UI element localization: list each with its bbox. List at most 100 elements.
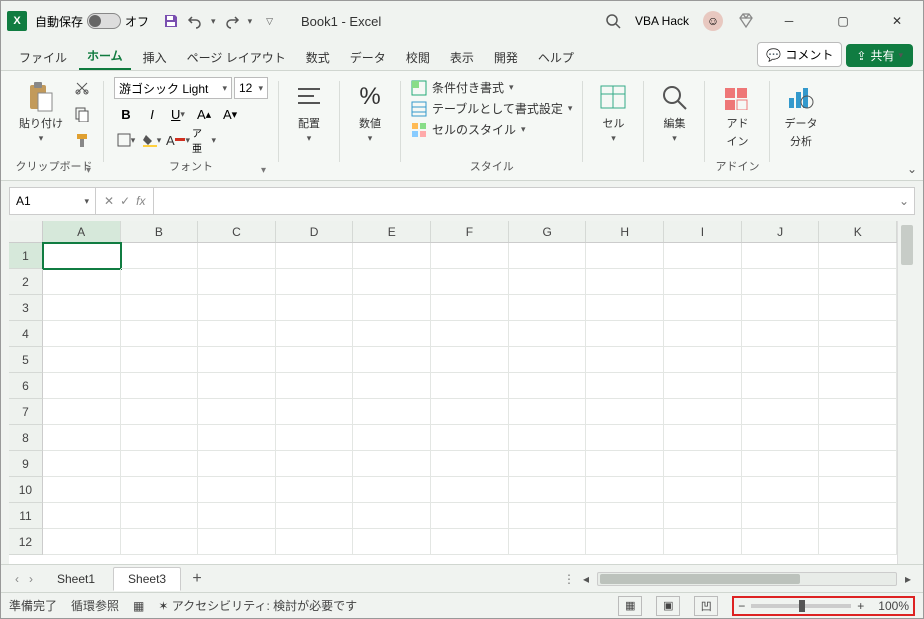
cell[interactable] — [121, 451, 199, 477]
row-header[interactable]: 4 — [9, 321, 43, 347]
cell[interactable] — [353, 321, 431, 347]
cell[interactable] — [353, 243, 431, 269]
row-header[interactable]: 3 — [9, 295, 43, 321]
col-header[interactable]: D — [276, 221, 354, 242]
decrease-font-button[interactable]: A▾ — [218, 103, 242, 125]
cell[interactable] — [586, 451, 664, 477]
cell[interactable] — [586, 477, 664, 503]
col-header[interactable]: I — [664, 221, 742, 242]
cell[interactable] — [819, 347, 897, 373]
sheet-tab-sheet3[interactable]: Sheet3 — [113, 567, 181, 591]
font-name-combo[interactable]: 游ゴシック Light▾ — [114, 77, 232, 99]
fill-color-button[interactable]: ▾ — [140, 129, 164, 151]
cancel-formula-icon[interactable]: ✕ — [104, 194, 114, 208]
tab-developer[interactable]: 開発 — [486, 45, 526, 70]
undo-icon[interactable] — [187, 13, 203, 29]
cell[interactable] — [664, 321, 742, 347]
data-analysis-button[interactable]: データ分析 — [780, 77, 821, 153]
cell[interactable] — [509, 425, 587, 451]
account-avatar-icon[interactable]: ☺ — [703, 11, 723, 31]
cell[interactable] — [431, 295, 509, 321]
row-header[interactable]: 10 — [9, 477, 43, 503]
col-header[interactable]: E — [353, 221, 431, 242]
cell[interactable] — [664, 503, 742, 529]
cell[interactable] — [121, 347, 199, 373]
cell[interactable] — [121, 425, 199, 451]
maximize-button[interactable]: ▢ — [823, 6, 863, 36]
cell[interactable] — [431, 529, 509, 555]
row-header[interactable]: 12 — [9, 529, 43, 555]
toggle-off-icon[interactable] — [87, 13, 121, 29]
borders-button[interactable]: ▾ — [114, 129, 138, 151]
cell[interactable] — [509, 243, 587, 269]
row-header[interactable]: 1 — [9, 243, 43, 269]
number-format-button[interactable]: % 数値▾ — [350, 77, 390, 148]
comments-button[interactable]: 💬 コメント — [757, 42, 842, 67]
alignment-button[interactable]: 配置▾ — [289, 77, 329, 148]
cell[interactable] — [742, 295, 820, 321]
tab-formulas[interactable]: 数式 — [298, 45, 338, 70]
cell[interactable] — [509, 477, 587, 503]
paste-button[interactable]: 貼り付け ▾ — [15, 77, 67, 148]
copy-button[interactable] — [71, 103, 93, 125]
cell[interactable] — [353, 503, 431, 529]
cell[interactable] — [586, 529, 664, 555]
cell[interactable] — [586, 373, 664, 399]
cell[interactable] — [276, 373, 354, 399]
cell[interactable] — [276, 451, 354, 477]
cell[interactable] — [198, 399, 276, 425]
cell[interactable] — [819, 529, 897, 555]
minimize-button[interactable]: ─ — [769, 6, 809, 36]
cell[interactable] — [121, 399, 199, 425]
cell[interactable] — [664, 295, 742, 321]
font-size-combo[interactable]: 12▾ — [234, 77, 268, 99]
row-header[interactable]: 8 — [9, 425, 43, 451]
cells-button[interactable]: セル▾ — [593, 77, 633, 148]
account-name[interactable]: VBA Hack — [635, 14, 689, 28]
share-button[interactable]: ⇪ 共有 ▾ — [846, 44, 913, 67]
cell[interactable] — [819, 243, 897, 269]
cell[interactable] — [121, 373, 199, 399]
cell[interactable] — [664, 269, 742, 295]
cell[interactable] — [431, 399, 509, 425]
cell[interactable] — [43, 425, 121, 451]
cell[interactable] — [276, 425, 354, 451]
col-header[interactable]: J — [742, 221, 820, 242]
cell[interactable] — [276, 269, 354, 295]
conditional-format-button[interactable]: 条件付き書式 ▾ — [411, 79, 514, 96]
cell[interactable] — [121, 269, 199, 295]
cell[interactable] — [509, 321, 587, 347]
cell[interactable] — [43, 321, 121, 347]
cell[interactable] — [509, 529, 587, 555]
addin-button[interactable]: アドイン — [717, 77, 757, 153]
col-header[interactable]: C — [198, 221, 276, 242]
col-header[interactable]: F — [431, 221, 509, 242]
enter-formula-icon[interactable]: ✓ — [120, 194, 130, 208]
cell[interactable] — [121, 321, 199, 347]
save-icon[interactable] — [163, 13, 179, 29]
row-header[interactable]: 9 — [9, 451, 43, 477]
cell[interactable] — [509, 503, 587, 529]
view-pagelayout-button[interactable]: ▣ — [656, 596, 680, 616]
redo-menu-icon[interactable]: ▾ — [248, 16, 253, 27]
row-header[interactable]: 6 — [9, 373, 43, 399]
cell[interactable] — [586, 321, 664, 347]
cell[interactable] — [198, 503, 276, 529]
cell[interactable] — [431, 269, 509, 295]
cell[interactable] — [586, 243, 664, 269]
font-color-button[interactable]: A▾ — [166, 129, 190, 151]
col-header[interactable]: H — [586, 221, 664, 242]
cell[interactable] — [664, 399, 742, 425]
cell[interactable] — [276, 347, 354, 373]
format-as-table-button[interactable]: テーブルとして書式設定 ▾ — [411, 100, 572, 117]
cell[interactable] — [742, 373, 820, 399]
cell[interactable] — [353, 451, 431, 477]
cell[interactable] — [198, 347, 276, 373]
cell[interactable] — [276, 503, 354, 529]
dialog-launcher-icon[interactable]: ▾ — [261, 165, 266, 176]
formula-input[interactable] — [154, 188, 894, 214]
cell[interactable] — [431, 477, 509, 503]
cell[interactable] — [819, 477, 897, 503]
cell[interactable] — [742, 347, 820, 373]
cell[interactable] — [431, 243, 509, 269]
